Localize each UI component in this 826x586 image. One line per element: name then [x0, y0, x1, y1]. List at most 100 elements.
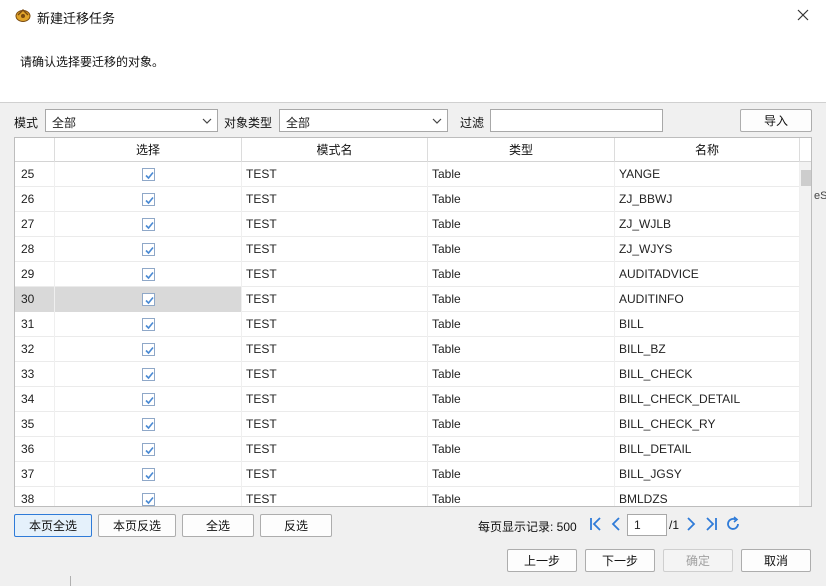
table-row[interactable]: 29 TEST Table AUDITADVICE: [15, 262, 800, 287]
name-cell: YANGE: [615, 162, 800, 187]
select-cell[interactable]: [55, 462, 242, 487]
select-checkbox[interactable]: [142, 368, 155, 381]
table-row[interactable]: 31 TEST Table BILL: [15, 312, 800, 337]
type-cell: Table: [428, 412, 615, 437]
column-header-row-number: [15, 138, 55, 162]
table-row[interactable]: 36 TEST Table BILL_DETAIL: [15, 437, 800, 462]
select-checkbox[interactable]: [142, 268, 155, 281]
select-cell[interactable]: [55, 487, 242, 506]
table-row[interactable]: 28 TEST Table ZJ_WJYS: [15, 237, 800, 262]
name-cell: BILL_DETAIL: [615, 437, 800, 462]
name-cell: ZJ_WJLB: [615, 212, 800, 237]
column-header-schema[interactable]: 模式名: [242, 138, 428, 162]
import-button[interactable]: 导入: [740, 109, 812, 132]
select-checkbox[interactable]: [142, 243, 155, 256]
page-number-input[interactable]: 1: [627, 514, 667, 536]
select-checkbox[interactable]: [142, 468, 155, 481]
row-number: 26: [15, 187, 55, 212]
next-step-button[interactable]: 下一步: [585, 549, 655, 572]
select-cell[interactable]: [55, 287, 242, 312]
schema-cell: TEST: [242, 362, 428, 387]
row-number: 31: [15, 312, 55, 337]
select-checkbox[interactable]: [142, 193, 155, 206]
select-cell[interactable]: [55, 312, 242, 337]
table-body: 25 TEST Table YANGE 26 TEST Table ZJ_BBWJ 27 TEST…: [15, 162, 800, 506]
select-all-button[interactable]: 全选: [182, 514, 254, 537]
schema-cell: TEST: [242, 237, 428, 262]
table-row[interactable]: 33 TEST Table BILL_CHECK: [15, 362, 800, 387]
column-header-type[interactable]: 类型: [428, 138, 615, 162]
table-row[interactable]: 37 TEST Table BILL_JGSY: [15, 462, 800, 487]
table-row[interactable]: 35 TEST Table BILL_CHECK_RY: [15, 412, 800, 437]
row-number: 27: [15, 212, 55, 237]
type-cell: Table: [428, 287, 615, 312]
close-button[interactable]: [790, 3, 816, 27]
schema-cell: TEST: [242, 487, 428, 506]
select-cell[interactable]: [55, 237, 242, 262]
type-cell: Table: [428, 212, 615, 237]
table-row[interactable]: 34 TEST Table BILL_CHECK_DETAIL: [15, 387, 800, 412]
table-row[interactable]: 32 TEST Table BILL_BZ: [15, 337, 800, 362]
checkmark-icon: [145, 421, 154, 430]
name-cell: BILL: [615, 312, 800, 337]
select-cell[interactable]: [55, 437, 242, 462]
checkmark-icon: [145, 371, 154, 380]
last-page-icon[interactable]: [703, 516, 719, 532]
name-cell: ZJ_WJYS: [615, 237, 800, 262]
previous-step-button[interactable]: 上一步: [507, 549, 577, 572]
first-page-icon[interactable]: [588, 516, 604, 532]
checkmark-icon: [145, 396, 154, 405]
name-cell: BILL_JGSY: [615, 462, 800, 487]
select-cell[interactable]: [55, 212, 242, 237]
invert-all-button[interactable]: 反选: [260, 514, 332, 537]
select-checkbox[interactable]: [142, 418, 155, 431]
table-row[interactable]: 30 TEST Table AUDITINFO: [15, 287, 800, 312]
select-cell[interactable]: [55, 337, 242, 362]
column-header-name[interactable]: 名称: [615, 138, 800, 162]
ok-button[interactable]: 确定: [663, 549, 733, 572]
select-cell[interactable]: [55, 387, 242, 412]
select-cell[interactable]: [55, 412, 242, 437]
select-checkbox[interactable]: [142, 218, 155, 231]
vertical-scrollbar[interactable]: [800, 162, 811, 506]
dialog-title: 新建迁移任务: [37, 11, 116, 26]
select-checkbox[interactable]: [142, 318, 155, 331]
cancel-button[interactable]: 取消: [741, 549, 811, 572]
select-cell[interactable]: [55, 187, 242, 212]
table-row[interactable]: 25 TEST Table YANGE: [15, 162, 800, 187]
table-row[interactable]: 26 TEST Table ZJ_BBWJ: [15, 187, 800, 212]
column-header-select[interactable]: 选择: [55, 138, 242, 162]
refresh-icon[interactable]: [725, 516, 741, 532]
checkmark-icon: [145, 496, 154, 505]
type-cell: Table: [428, 162, 615, 187]
table-row[interactable]: 27 TEST Table ZJ_WJLB: [15, 212, 800, 237]
checkmark-icon: [145, 246, 154, 255]
previous-page-icon[interactable]: [608, 516, 624, 532]
select-checkbox[interactable]: [142, 293, 155, 306]
schema-cell: TEST: [242, 387, 428, 412]
select-checkbox[interactable]: [142, 168, 155, 181]
checkmark-icon: [145, 471, 154, 480]
object-type-select[interactable]: 全部: [279, 109, 448, 132]
schema-select[interactable]: 全部: [45, 109, 218, 132]
select-checkbox[interactable]: [142, 343, 155, 356]
checkmark-icon: [145, 296, 154, 305]
type-cell: Table: [428, 237, 615, 262]
select-checkbox[interactable]: [142, 393, 155, 406]
select-page-button[interactable]: 本页全选: [14, 514, 92, 537]
name-cell: BILL_BZ: [615, 337, 800, 362]
select-checkbox[interactable]: [142, 493, 155, 506]
checkmark-icon: [145, 446, 154, 455]
schema-cell: TEST: [242, 262, 428, 287]
scrollbar-thumb[interactable]: [801, 170, 811, 186]
name-cell: AUDITINFO: [615, 287, 800, 312]
invert-page-button[interactable]: 本页反选: [98, 514, 176, 537]
table-row[interactable]: 38 TEST Table BMLDZS: [15, 487, 800, 506]
schema-cell: TEST: [242, 187, 428, 212]
select-cell[interactable]: [55, 362, 242, 387]
next-page-icon[interactable]: [683, 516, 699, 532]
select-cell[interactable]: [55, 262, 242, 287]
select-checkbox[interactable]: [142, 443, 155, 456]
filter-input[interactable]: [490, 109, 663, 132]
select-cell[interactable]: [55, 162, 242, 187]
